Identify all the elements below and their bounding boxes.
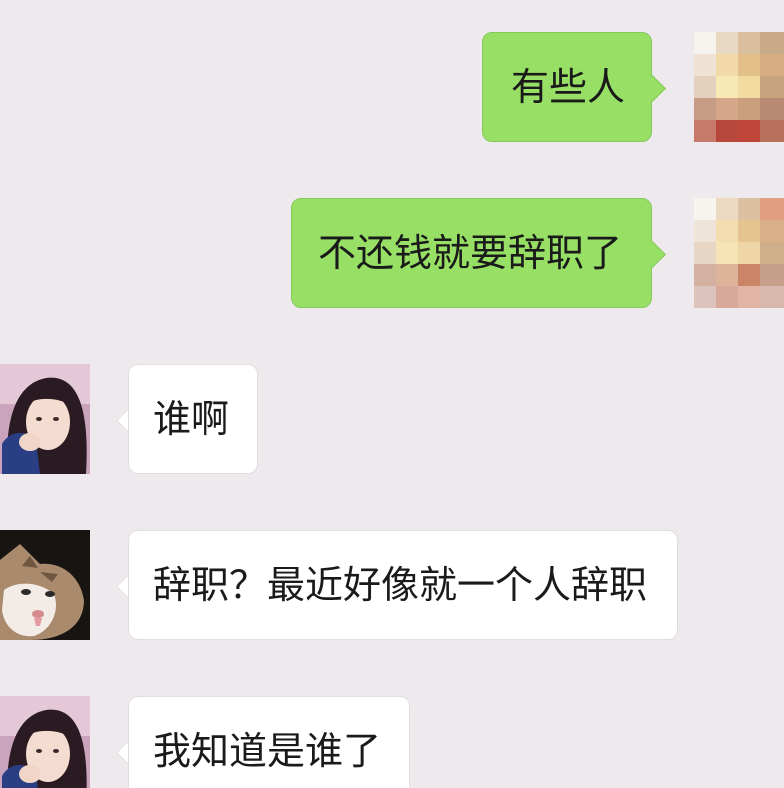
pixelated-avatar[interactable] bbox=[694, 32, 784, 142]
girl-avatar-image bbox=[0, 364, 90, 474]
message-text: 不还钱就要辞职了 bbox=[318, 231, 623, 275]
pixelated-avatar-image bbox=[694, 32, 784, 142]
pixelated-avatar[interactable] bbox=[694, 198, 784, 308]
girl-avatar[interactable] bbox=[0, 364, 90, 474]
message-text: 辞职？最近好像就一个人辞职 bbox=[153, 563, 648, 607]
message-bubble[interactable]: 不还钱就要辞职了 bbox=[291, 198, 652, 308]
pixelated-avatar-image bbox=[694, 198, 784, 308]
cat-avatar[interactable] bbox=[0, 530, 90, 640]
message-text: 谁啊 bbox=[153, 397, 230, 441]
chat-window: 有些人 不还钱就要辞职了 谁啊 辞职？最近好像就一个人辞职 我知道是谁了 bbox=[0, 0, 784, 788]
message-text: 有些人 bbox=[511, 65, 626, 109]
cat-avatar-image bbox=[0, 530, 90, 640]
girl-avatar-image bbox=[0, 696, 90, 788]
message-text: 我知道是谁了 bbox=[153, 729, 382, 773]
girl-avatar[interactable] bbox=[0, 696, 90, 788]
message-bubble[interactable]: 有些人 bbox=[482, 32, 652, 142]
message-bubble[interactable]: 辞职？最近好像就一个人辞职 bbox=[128, 530, 678, 640]
message-bubble[interactable]: 谁啊 bbox=[128, 364, 258, 474]
message-bubble[interactable]: 我知道是谁了 bbox=[128, 696, 410, 788]
